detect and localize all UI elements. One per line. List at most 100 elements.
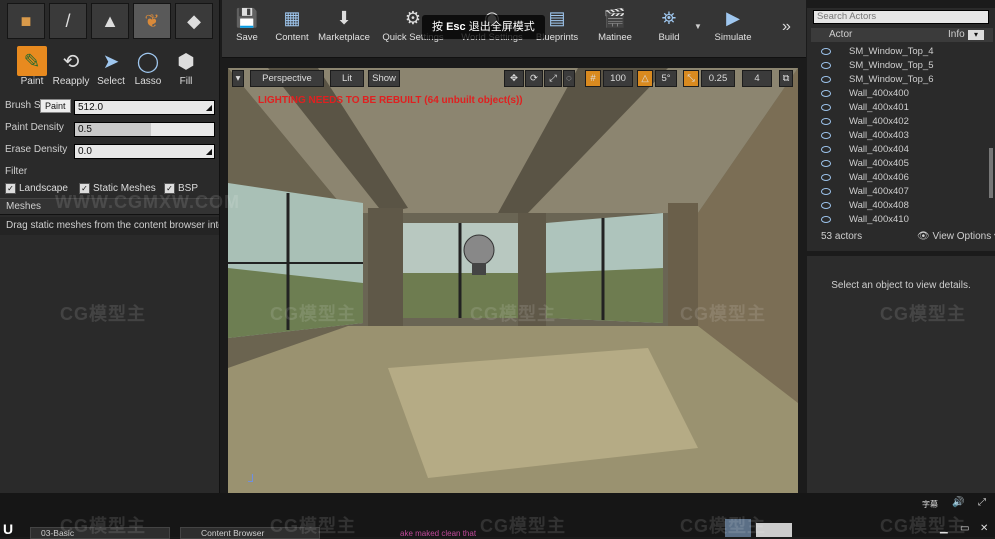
visibility-eye-icon[interactable] — [821, 117, 831, 125]
actor-row[interactable]: Wall_400x410 — [821, 212, 909, 226]
scale-icon[interactable]: ⤢ — [544, 70, 562, 87]
actor-name: Wall_400x401 — [849, 101, 909, 113]
rotation-snap-icon[interactable]: △ — [637, 70, 653, 87]
scale-snap-icon[interactable]: ⤡ — [683, 70, 699, 87]
esc-suffix: 退出全屏模式 — [468, 21, 535, 33]
actor-row[interactable]: Wall_400x408 — [821, 198, 909, 212]
content-button[interactable]: ▦ Content — [272, 4, 312, 54]
fill-bucket-icon: ⬢ — [177, 50, 195, 73]
visibility-eye-icon[interactable] — [821, 215, 831, 223]
translate-icon[interactable]: ✥ — [504, 70, 524, 87]
foliage-panel: ■ / ▲ ❦ ◆ ✎ Paint ⟲ Reapply ➤ Select ◯ L… — [0, 0, 220, 493]
marketplace-label: Marketplace — [318, 32, 370, 43]
actor-row[interactable]: Wall_400x405 — [821, 156, 909, 170]
info-column-header[interactable]: Info — [948, 29, 965, 40]
fullscreen-icon[interactable]: ⤢ — [978, 497, 986, 508]
chevron-down-icon[interactable]: ▾ — [968, 30, 984, 40]
select-tool-button[interactable]: ➤ Select — [91, 46, 131, 92]
play-icon: ▶ — [726, 7, 740, 28]
watermark-logo: CG模型主 — [480, 516, 566, 536]
view-options-button[interactable]: 👁 View Options ▾ — [917, 231, 995, 242]
clapper-icon: 🎬 — [603, 7, 627, 28]
actor-row[interactable]: Wall_400x407 — [821, 184, 909, 198]
visibility-eye-icon[interactable] — [821, 159, 831, 167]
maximize-viewport-icon[interactable]: ⧉ — [779, 70, 793, 87]
visibility-eye-icon[interactable] — [821, 89, 831, 97]
visibility-eye-icon[interactable] — [821, 201, 831, 209]
visibility-eye-icon[interactable] — [821, 187, 831, 195]
actor-row[interactable]: SM_Window_Top_6 — [821, 72, 934, 86]
actor-row[interactable]: Wall_400x400 — [821, 86, 909, 100]
show-button[interactable]: Show — [368, 70, 400, 87]
rotation-snap-dropdown[interactable]: 5° — [655, 70, 677, 87]
lasso-tool-button[interactable]: ◯ Lasso — [128, 46, 168, 92]
simulate-button[interactable]: ▶ Simulate — [712, 4, 754, 54]
leaf-icon: ❦ — [144, 10, 160, 31]
build-dropdown-icon[interactable]: ▼ — [694, 22, 702, 31]
close-icon[interactable]: ✕ — [980, 523, 988, 534]
more-icon[interactable]: » — [782, 18, 791, 36]
unreal-logo-icon[interactable]: U — [3, 521, 13, 537]
outliner-scrollbar[interactable] — [989, 148, 993, 198]
actor-name: Wall_400x406 — [849, 171, 909, 183]
visibility-eye-icon[interactable] — [821, 47, 831, 55]
actor-row[interactable]: Wall_400x406 — [821, 170, 909, 184]
actor-row[interactable]: Wall_400x403 — [821, 128, 909, 142]
save-button[interactable]: 💾 Save — [228, 4, 266, 54]
world-local-icon[interactable]: ◌ — [563, 70, 575, 87]
esc-key: Esc — [446, 21, 466, 33]
fill-tool-button[interactable]: ⬢ Fill — [166, 46, 206, 92]
scale-snap-dropdown[interactable]: 0.25 — [701, 70, 735, 87]
esc-prefix: 按 — [432, 21, 443, 33]
paint-density-slider[interactable]: 0.5 — [74, 122, 215, 137]
save-label: Save — [236, 32, 258, 43]
visibility-eye-icon[interactable] — [821, 103, 831, 111]
actor-row[interactable]: Wall_400x402 — [821, 114, 909, 128]
actor-column-header[interactable]: Actor — [829, 29, 852, 40]
reapply-tool-button[interactable]: ⟲ Reapply — [51, 46, 91, 92]
search-placeholder: Search Actors — [817, 11, 877, 22]
marketplace-button[interactable]: ⬇ Marketplace — [317, 4, 371, 54]
visibility-eye-icon[interactable] — [821, 75, 831, 83]
visibility-eye-icon[interactable] — [821, 173, 831, 181]
watermark-logo: CG模型主 — [880, 304, 966, 324]
matinee-button[interactable]: 🎬 Matinee — [594, 4, 636, 54]
foliage-mode-tab[interactable]: ❦ — [133, 3, 171, 39]
paint-density-value: 0.5 — [78, 124, 92, 135]
search-actors-input[interactable]: Search Actors — [813, 10, 989, 24]
landscape-mode-tab[interactable]: ▲ — [91, 3, 129, 39]
lit-button[interactable]: Lit — [330, 70, 364, 87]
build-button[interactable]: ⛯ Build — [650, 4, 688, 54]
geometry-mode-tab[interactable]: ◆ — [175, 3, 213, 39]
rotate-icon[interactable]: ⟳ — [525, 70, 543, 87]
grid-size-dropdown[interactable]: 100 — [603, 70, 633, 87]
place-mode-tab[interactable]: ■ — [7, 3, 45, 39]
viewport-menu-button[interactable]: ▾ — [232, 70, 244, 87]
grid-snap-icon[interactable]: # — [585, 70, 601, 87]
actor-row[interactable]: Wall_400x404 — [821, 142, 909, 156]
actor-row[interactable]: Wall_400x401 — [821, 100, 909, 114]
lightbulb-icon[interactable] — [463, 234, 495, 266]
mountain-icon: ▲ — [101, 10, 119, 31]
lighting-warning: LIGHTING NEEDS TO BE REBUILT (64 unbuilt… — [258, 95, 523, 106]
brush-size-field[interactable]: 512.0 ◢ — [74, 100, 215, 115]
ime-indicator[interactable]: 字幕 — [922, 499, 938, 510]
volume-icon[interactable]: 🔊 — [952, 497, 964, 508]
camera-speed-dropdown[interactable]: 4 — [742, 70, 772, 87]
reapply-icon: ⟲ — [62, 50, 80, 73]
visibility-eye-icon[interactable] — [821, 131, 831, 139]
save-icon: 💾 — [235, 7, 259, 28]
actor-row[interactable]: SM_Window_Top_5 — [821, 58, 934, 72]
erase-density-field[interactable]: 0.0 ◢ — [74, 144, 215, 159]
scene-render — [228, 68, 798, 493]
erase-density-value: 0.0 — [78, 146, 92, 157]
paint-tool-button[interactable]: ✎ Paint — [12, 46, 52, 92]
level-viewport[interactable] — [228, 68, 798, 493]
axis-gizmo: ⅃ — [248, 473, 255, 485]
eye-icon: 👁 — [917, 231, 930, 242]
visibility-eye-icon[interactable] — [821, 145, 831, 153]
paint-mode-tab[interactable]: / — [49, 3, 87, 39]
visibility-eye-icon[interactable] — [821, 61, 831, 69]
actor-row[interactable]: SM_Window_Top_4 — [821, 44, 934, 58]
perspective-button[interactable]: Perspective — [250, 70, 324, 87]
